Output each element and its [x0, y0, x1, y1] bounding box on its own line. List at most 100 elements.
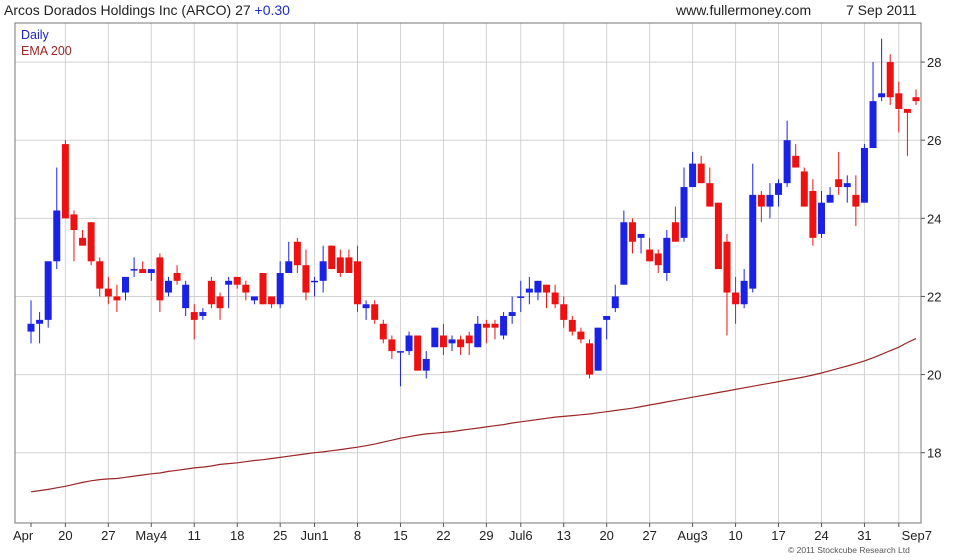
candle — [362, 300, 370, 320]
candle-body — [491, 323, 499, 328]
candle-body — [792, 155, 800, 168]
candle-body — [216, 296, 224, 309]
x-tick-label: 10 — [728, 528, 742, 543]
candle — [895, 81, 903, 133]
x-tick-label: 18 — [230, 528, 244, 543]
candle — [405, 331, 413, 356]
candle — [199, 308, 207, 320]
candle — [259, 273, 267, 305]
candle-body — [242, 284, 250, 293]
candle — [723, 233, 731, 336]
candle-body — [783, 140, 791, 184]
candle-body — [439, 335, 447, 348]
candle — [508, 296, 516, 324]
candle-body — [912, 97, 920, 102]
candle-body — [568, 319, 576, 332]
ema-200-line — [30, 338, 917, 493]
candle — [551, 284, 559, 309]
candle — [345, 249, 353, 273]
candle — [860, 144, 868, 203]
candle-body — [259, 273, 267, 305]
candle-body — [560, 304, 568, 320]
candle-body — [182, 284, 190, 309]
candle-body — [199, 312, 207, 316]
candle — [697, 155, 705, 184]
x-tick-label: Apr — [13, 528, 34, 543]
candle-body — [817, 202, 825, 234]
candle — [354, 245, 362, 313]
candle — [113, 284, 121, 313]
candle-body — [723, 241, 731, 293]
candle — [671, 206, 679, 242]
candle — [594, 327, 602, 371]
legend-ema: EMA 200 — [21, 44, 72, 58]
candle-body — [517, 296, 525, 298]
candle-body — [775, 183, 783, 195]
candle — [843, 175, 851, 203]
candle — [379, 319, 387, 344]
candle-body — [620, 222, 628, 285]
candle-body — [740, 280, 748, 305]
candle-body — [749, 194, 757, 289]
y-tick-label: 22 — [927, 289, 941, 304]
candle-body — [663, 237, 671, 273]
candle-body — [654, 253, 662, 266]
candle — [654, 249, 662, 273]
y-tick-label: 26 — [927, 133, 941, 148]
candle-body — [302, 265, 310, 293]
candle-body — [328, 245, 336, 270]
candle — [61, 140, 69, 219]
candle-body — [207, 280, 215, 305]
candle-body — [354, 261, 362, 305]
candle-body — [869, 101, 877, 148]
candle-body — [122, 276, 130, 293]
candle-body — [628, 222, 636, 242]
candle — [740, 269, 748, 309]
candle — [663, 230, 671, 281]
candle-body — [285, 261, 293, 273]
candle — [603, 315, 611, 340]
candle-body — [689, 163, 697, 188]
candle — [775, 179, 783, 207]
candle-body — [551, 292, 559, 305]
candle — [250, 296, 258, 305]
x-tick-label: Aug3 — [677, 528, 707, 543]
y-axis: 18 20 22 24 26 28 — [921, 55, 941, 461]
candle — [903, 108, 911, 156]
candle — [878, 38, 886, 102]
x-tick-label: Sep7 — [902, 528, 932, 543]
candle-body — [757, 194, 765, 207]
candle — [104, 276, 112, 305]
candle — [817, 190, 825, 238]
candle-body — [800, 171, 808, 207]
candle — [216, 292, 224, 320]
candle — [568, 315, 576, 336]
candle-body — [732, 292, 740, 305]
candle — [70, 210, 78, 262]
candle — [207, 276, 215, 309]
candle — [182, 280, 190, 316]
candle — [233, 276, 241, 289]
candle — [448, 335, 456, 352]
candle-body — [319, 261, 327, 281]
candle-body — [70, 214, 78, 231]
candle-body — [577, 331, 585, 340]
candle — [44, 261, 52, 328]
candle-body — [835, 179, 843, 188]
candle-body — [766, 194, 774, 207]
candle-body — [697, 163, 705, 184]
x-tick-label: 8 — [354, 528, 361, 543]
x-tick-label: Jun1 — [300, 528, 328, 543]
candle-body — [156, 257, 164, 301]
candle — [396, 351, 404, 387]
candle — [517, 280, 525, 313]
candle-body — [671, 222, 679, 242]
candle — [714, 202, 722, 270]
candle-body — [405, 335, 413, 352]
candle-body — [190, 312, 198, 320]
candle-body — [147, 269, 155, 273]
x-tick-label: 20 — [58, 528, 72, 543]
candle — [268, 296, 276, 309]
candle — [474, 315, 482, 348]
y-tick-label: 24 — [927, 211, 941, 226]
